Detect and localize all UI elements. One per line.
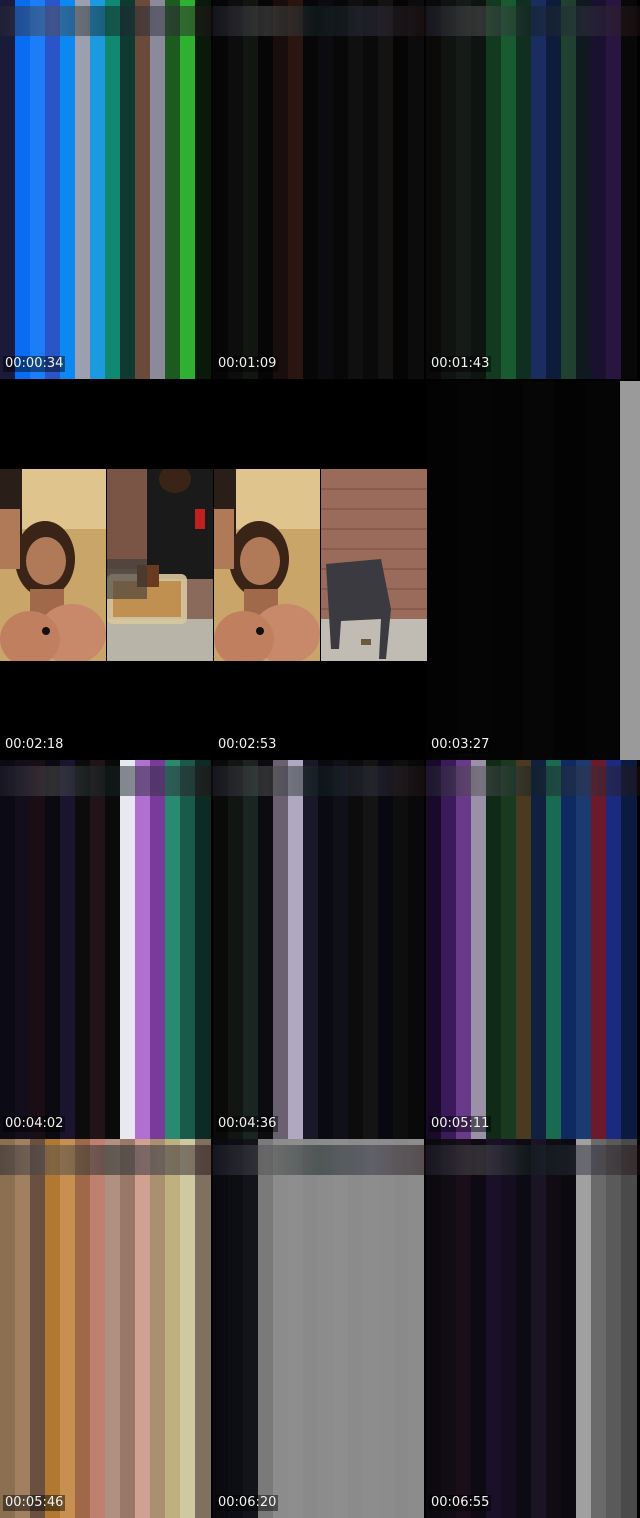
video-thumbnail[interactable]: 00:04:36 (213, 760, 426, 1139)
video-thumbnail[interactable]: 00:06:55 (426, 1139, 640, 1518)
timestamp-label: 00:04:02 (3, 1116, 66, 1132)
glitch-strips (0, 760, 213, 1139)
thumbnail-grid: 00:00:34 00:01:09 00:01:43 00:02:18 00:0… (0, 0, 640, 1518)
video-thumbnail[interactable]: 00:04:02 (0, 760, 213, 1139)
timestamp-label: 00:06:20 (216, 1495, 279, 1511)
glitch-strips (426, 381, 640, 760)
glitch-strips (426, 760, 640, 1139)
video-thumbnail[interactable]: 00:01:09 (213, 0, 426, 379)
timestamp-label: 00:00:34 (3, 356, 66, 372)
video-thumbnail[interactable]: 00:00:34 (0, 0, 213, 379)
video-frame-photo (0, 469, 106, 661)
timestamp-label: 00:04:36 (216, 1116, 279, 1132)
timestamp-label: 00:05:11 (429, 1116, 492, 1132)
video-thumbnail[interactable]: 00:05:11 (426, 760, 640, 1139)
timestamp-label: 00:05:46 (3, 1495, 66, 1511)
video-thumbnail[interactable]: 00:03:27 (426, 381, 640, 760)
glitch-strips (426, 0, 640, 379)
timestamp-label: 00:02:18 (3, 737, 66, 753)
video-thumbnail[interactable]: 00:06:20 (213, 1139, 426, 1518)
glitch-strips (0, 1139, 213, 1518)
timestamp-label: 00:06:55 (429, 1495, 492, 1511)
timestamp-label: 00:03:27 (429, 737, 492, 753)
video-thumbnail[interactable]: 00:05:46 (0, 1139, 213, 1518)
glitch-strips (426, 1139, 640, 1518)
glitch-strips (213, 0, 426, 379)
glitch-strips (213, 1139, 426, 1518)
video-thumbnail[interactable]: 00:02:18 (0, 381, 427, 760)
video-thumbnail[interactable]: 00:02:53 (213, 381, 426, 760)
timestamp-label: 00:01:09 (216, 356, 279, 372)
timestamp-label: 00:02:53 (216, 737, 279, 753)
timestamp-label: 00:01:43 (429, 356, 492, 372)
glitch-strips (0, 0, 213, 379)
glitch-strips (213, 760, 426, 1139)
video-thumbnail[interactable]: 00:01:43 (426, 0, 640, 379)
video-frame-photo (107, 469, 213, 661)
